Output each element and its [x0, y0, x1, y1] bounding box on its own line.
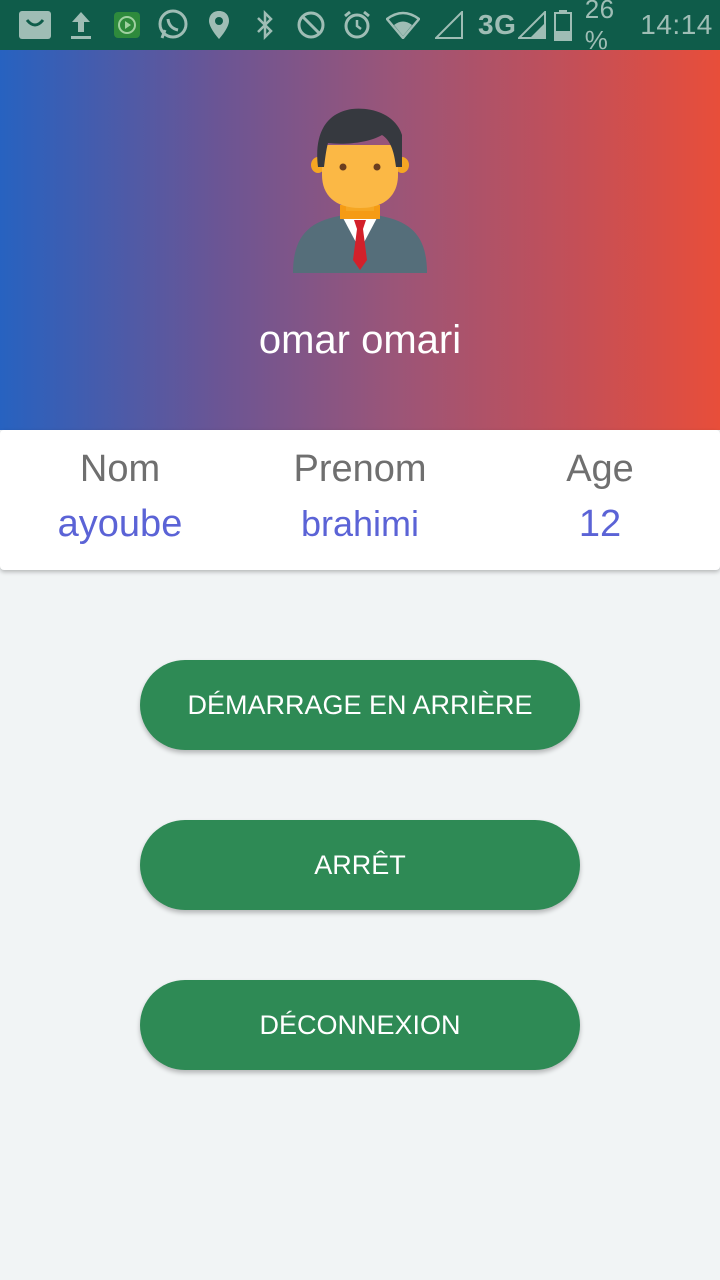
- info-value: 12: [578, 503, 622, 545]
- status-icons-right: 3G 26 % 14:14: [478, 0, 713, 56]
- logout-button[interactable]: DÉCONNEXION: [140, 980, 580, 1070]
- background-start-button[interactable]: DÉMARRAGE EN ARRIÈRE: [140, 660, 580, 750]
- upload-icon: [64, 8, 98, 42]
- user-name: omar omari: [258, 318, 462, 362]
- whatsapp-icon: [156, 8, 190, 42]
- businessman-avatar-icon: [290, 105, 430, 275]
- wifi-icon: [386, 8, 420, 42]
- signal-strength-icon: [518, 8, 547, 42]
- do-not-disturb-icon: [294, 8, 328, 42]
- info-column-prenom: Prenom brahimi: [240, 430, 480, 545]
- play-app-icon: [110, 8, 144, 42]
- info-label: Age: [566, 448, 634, 490]
- shopping-bag-icon: [18, 8, 52, 42]
- bluetooth-icon: [248, 8, 282, 42]
- info-column-nom: Nom ayoube: [0, 430, 240, 546]
- user-info-card: Nom ayoube Prenom brahimi Age 12: [0, 430, 720, 570]
- location-pin-icon: [202, 8, 236, 42]
- clock: 14:14: [640, 9, 713, 40]
- stop-button[interactable]: ARRÊT: [140, 820, 580, 910]
- info-label: Nom: [79, 448, 161, 490]
- profile-header: omar omari: [0, 50, 720, 430]
- info-value: brahimi: [300, 503, 420, 544]
- signal-empty-icon: [432, 8, 466, 42]
- status-bar: 3G 26 % 14:14: [0, 0, 720, 55]
- info-value: ayoube: [57, 503, 183, 545]
- battery-percent: 26 %: [584, 0, 615, 55]
- network-type: 3G: [478, 9, 517, 40]
- battery-icon: [552, 8, 572, 42]
- alarm-icon: [340, 8, 374, 42]
- info-column-age: Age 12: [480, 430, 720, 546]
- info-label: Prenom: [293, 448, 427, 490]
- status-icons-left: [18, 8, 478, 42]
